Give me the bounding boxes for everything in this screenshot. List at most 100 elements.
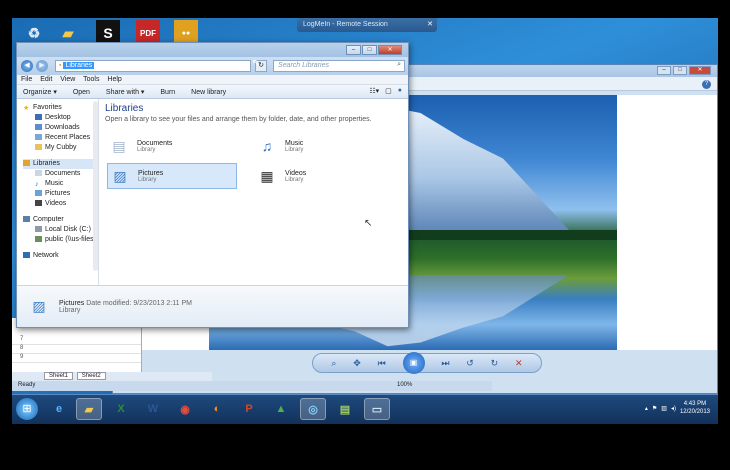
menu-file[interactable]: File <box>21 76 32 83</box>
app-green-icon[interactable]: ▲ <box>268 398 294 420</box>
zoom-icon[interactable]: ⌕ <box>331 358 336 369</box>
menu-tools[interactable]: Tools <box>83 76 99 83</box>
help-icon[interactable]: ? <box>702 80 711 89</box>
network-icon <box>23 252 30 259</box>
excel-statusbar: Ready 100% <box>12 381 492 391</box>
pictures-icon <box>35 190 42 197</box>
nav-libraries[interactable]: Libraries <box>23 159 98 169</box>
library-music[interactable]: ♫ Music Library <box>255 133 385 159</box>
nav-public-share[interactable]: public (\\us-files <box>23 235 98 245</box>
pictures-icon: ▨ <box>32 298 46 314</box>
details-pane: ▨ Pictures Date modified: 9/23/2013 2:11… <box>17 285 408 327</box>
next-icon[interactable]: ⏭ <box>441 358 449 369</box>
sheet-tabs: Sheet1 Sheet2 <box>12 372 212 381</box>
computer-icon <box>23 216 30 223</box>
nav-label: Recent Places <box>45 134 91 141</box>
library-documents[interactable]: ▤ Documents Library <box>107 133 237 159</box>
close-icon[interactable]: ✕ <box>427 20 433 28</box>
excel-icon[interactable]: X <box>108 398 134 420</box>
sheet-tab[interactable]: Sheet1 <box>44 372 74 380</box>
photo-viewer-icon[interactable]: ◎ <box>300 398 326 420</box>
preview-pane-icon[interactable]: ▢ <box>385 87 392 95</box>
nav-network[interactable]: Network <box>23 251 98 261</box>
new-library-button[interactable]: New library <box>191 89 226 96</box>
nav-desktop[interactable]: Desktop <box>23 113 98 123</box>
viewer-window-buttons: – □ ✕ <box>657 66 711 75</box>
maximize-button[interactable]: □ <box>673 66 687 75</box>
burn-button[interactable]: Burn <box>160 89 175 96</box>
minimize-button[interactable]: – <box>346 45 361 55</box>
sheet-tab[interactable]: Sheet2 <box>76 372 106 380</box>
tray-volume-icon[interactable]: ◂) <box>671 405 676 412</box>
tray-network-icon[interactable]: ▥ <box>661 405 667 412</box>
library-pictures[interactable]: ▨ Pictures Library <box>107 163 237 189</box>
nav-scrollbar[interactable] <box>93 101 98 271</box>
maximize-button[interactable]: □ <box>362 45 377 55</box>
nav-documents[interactable]: Documents <box>23 169 98 179</box>
delete-icon[interactable]: ✕ <box>515 358 523 369</box>
start-button[interactable]: ⊞ <box>16 398 38 420</box>
nav-downloads[interactable]: Downloads <box>23 123 98 133</box>
file-explorer-icon[interactable]: ▰ <box>76 398 102 420</box>
chrome-icon[interactable]: ◉ <box>172 398 198 420</box>
menu-view[interactable]: View <box>60 76 75 83</box>
library-type: Library <box>285 146 304 153</box>
nav-label: Network <box>33 252 59 259</box>
details-name: Pictures <box>59 299 85 307</box>
forward-icon[interactable]: ▶ <box>36 60 48 72</box>
logmein-icon[interactable]: ▭ <box>364 398 390 420</box>
rotate-left-icon[interactable]: ↺ <box>466 358 474 369</box>
close-button[interactable]: ✕ <box>378 45 402 55</box>
previous-icon[interactable]: ⏮ <box>378 358 386 369</box>
explorer-window: – □ ✕ ◀ ▶ ▪ Libraries ↻ Search Libraries… <box>16 42 409 328</box>
library-name: Music <box>285 139 304 147</box>
excel-row[interactable]: 8 <box>12 345 141 354</box>
app-icon[interactable]: ▤ <box>332 398 358 420</box>
tray-flag-icon[interactable]: ⚑ <box>652 405 657 412</box>
search-placeholder: Search Libraries <box>278 62 329 69</box>
explorer-titlebar[interactable]: – □ ✕ <box>17 43 408 57</box>
library-info: Videos Library <box>285 170 306 183</box>
menu-edit[interactable]: Edit <box>40 76 52 83</box>
fit-icon[interactable]: ✥ <box>353 358 361 369</box>
tray-arrow-icon[interactable]: ▴ <box>645 405 648 412</box>
logmein-title: LogMeIn - Remote Session <box>303 21 388 28</box>
share-with-button[interactable]: Share with ▾ <box>106 89 145 96</box>
nav-label: Computer <box>33 216 64 223</box>
close-button[interactable]: ✕ <box>689 66 711 75</box>
excel-row[interactable]: 9 <box>12 354 141 363</box>
address-bar[interactable]: ▪ Libraries <box>55 60 251 72</box>
nav-my-cubby[interactable]: My Cubby <box>23 143 98 153</box>
remote-desktop: ♻ ▰ S PDF ●● LogMeIn - Remote Session ✕ … <box>12 18 718 424</box>
search-input[interactable]: Search Libraries ⌕ <box>273 60 405 72</box>
menu-help[interactable]: Help <box>107 76 121 83</box>
command-bar: Organize ▾ Open Share with ▾ Burn New li… <box>17 85 408 99</box>
open-button[interactable]: Open <box>73 89 90 96</box>
nav-local-disk[interactable]: Local Disk (C:) <box>23 225 98 235</box>
internet-explorer-icon[interactable]: e <box>46 398 72 420</box>
view-options-icon[interactable]: ☷▾ <box>369 87 379 95</box>
clock[interactable]: 4:43 PM 12/20/2013 <box>680 400 710 416</box>
navigation-pane: ★ Favorites Desktop Downloads Recent Plac… <box>17 99 99 285</box>
nav-favorites[interactable]: ★ Favorites <box>23 103 98 113</box>
nav-music[interactable]: ♪ Music <box>23 179 98 189</box>
nav-pictures[interactable]: Pictures <box>23 189 98 199</box>
nav-computer[interactable]: Computer <box>23 215 98 225</box>
organize-button[interactable]: Organize ▾ <box>23 89 57 96</box>
firefox-icon[interactable]: ◐ <box>204 398 230 420</box>
folder-icon <box>35 144 42 151</box>
nav-recent-places[interactable]: Recent Places <box>23 133 98 143</box>
help-icon[interactable]: ● <box>398 87 402 95</box>
back-icon[interactable]: ◀ <box>21 60 33 72</box>
minimize-button[interactable]: – <box>657 66 671 75</box>
rotate-right-icon[interactable]: ↻ <box>491 358 499 369</box>
word-icon[interactable]: W <box>140 398 166 420</box>
library-type: Library <box>285 176 304 183</box>
powerpoint-icon[interactable]: P <box>236 398 262 420</box>
menubar: File Edit View Tools Help <box>17 75 408 85</box>
excel-row[interactable]: 7 <box>12 336 141 345</box>
library-videos[interactable]: ▦ Videos Library <box>255 163 385 189</box>
nav-videos[interactable]: Videos <box>23 199 98 209</box>
slideshow-icon[interactable]: ▣ <box>402 352 425 374</box>
library-name: Documents <box>137 139 173 147</box>
